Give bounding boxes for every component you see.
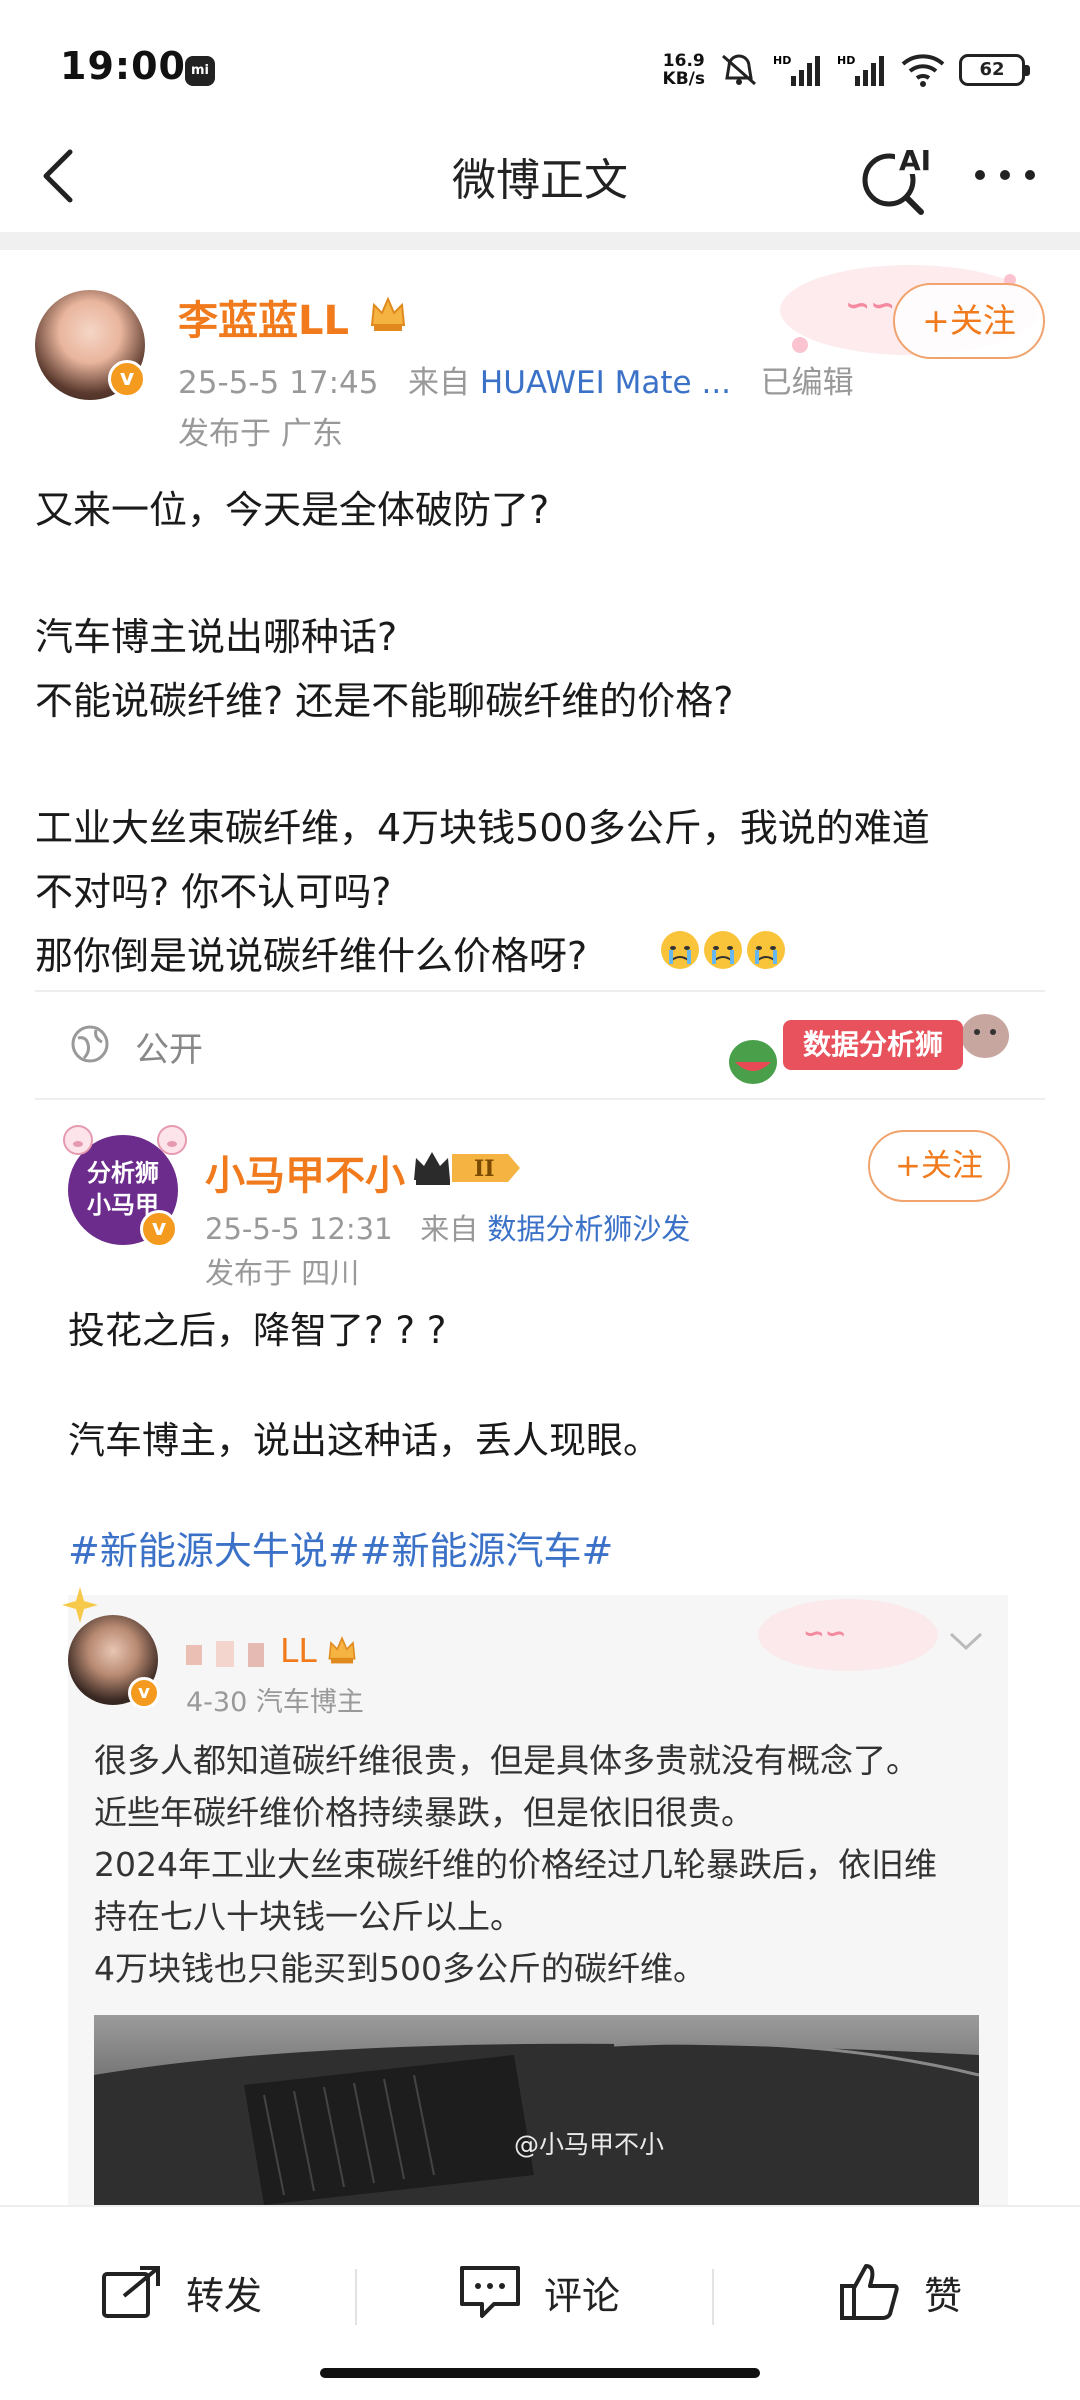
repost-meta: 25-5-5 12:31 来自 数据分析狮沙发 [205, 1212, 691, 1246]
quoted-meta: 4-30 汽车博主 [186, 1687, 364, 1718]
comment-button[interactable]: 评论 [458, 2257, 620, 2327]
quoted-username[interactable]: LL [280, 1631, 317, 1670]
repost-location: 发布于 四川 [205, 1256, 360, 1290]
hashtag-links[interactable]: #新能源大牛说##新能源汽车# [68, 1520, 613, 1575]
wifi-icon [901, 52, 945, 88]
svg-text:II: II [474, 1156, 495, 1182]
repost-source-link[interactable]: 数据分析狮沙发 [487, 1212, 690, 1246]
visibility-label: 公开 [135, 1030, 203, 1070]
carbon-fiber-image[interactable]: @小马甲不小 [94, 2015, 979, 2210]
like-button[interactable]: 赞 [838, 2257, 962, 2327]
level-badge-icon: II [412, 1148, 522, 1192]
divider [712, 2269, 714, 2325]
share-icon [102, 2266, 160, 2318]
image-watermark: @小马甲不小 [514, 2130, 665, 2159]
post-text-para-1: 又来一位，今天是全体破防了? [35, 488, 550, 532]
quoted-post-card[interactable]: ∽∽ v LL 4-30 汽车博主 很多人都知道碳纤维很贵，但是具体多贵就没有概… [62, 1587, 1008, 2210]
mi-icon: mi [185, 56, 215, 86]
visibility-row: 公开 数据分析狮 [35, 990, 1045, 1100]
verified-badge-icon: v [140, 1210, 178, 1248]
quoted-text: 很多人都知道碳纤维很贵，但是具体多贵就没有概念了。 近些年碳纤维价格持续暴跌，但… [94, 1741, 937, 1988]
repost-username[interactable]: 小马甲不小 [205, 1143, 405, 1201]
stamp-label: 数据分析狮 [783, 1020, 963, 1070]
post-meta: 25-5-5 17:45 来自 HUAWEI Mate ... 已编辑 [178, 365, 854, 401]
repost-text-para-1: 投花之后，降智了? ? ? [68, 1309, 447, 1352]
comment-icon [460, 2266, 520, 2318]
pig-decoration-icon [60, 1120, 190, 1164]
repost-text-para-2: 汽车博主，说出这种话，丢人现眼。 [68, 1419, 660, 1462]
chevron-down-icon[interactable] [948, 1630, 984, 1656]
post-location: 发布于 广东 [178, 416, 343, 452]
crying-face-icon [660, 928, 790, 972]
home-indicator[interactable] [320, 2368, 760, 2378]
post-source-link[interactable]: HUAWEI Mate ... [480, 365, 731, 401]
divider [0, 232, 1080, 250]
follow-button[interactable]: +关注 [893, 283, 1045, 359]
hd-signal-icon: HD [773, 52, 823, 88]
top-nav-bar: 微博正文 AI [0, 120, 1080, 230]
ai-search-icon[interactable]: AI [855, 138, 935, 218]
crown-badge-icon [368, 295, 408, 337]
svg-text:∽∽: ∽∽ [803, 1619, 847, 1649]
mute-icon [719, 52, 759, 88]
card-decoration: ∽∽ [748, 1590, 948, 1684]
username[interactable]: 李蓝蓝LL [178, 288, 349, 346]
repost-button[interactable]: 转发 [100, 2257, 262, 2327]
post-text-para-2: 汽车博主说出哪种话? 不能说碳纤维? 还是不能聊碳纤维的价格? [35, 615, 734, 723]
more-icon[interactable] [970, 160, 1040, 190]
verified-badge-icon: v [128, 1677, 160, 1709]
status-icons: 16.9 KB/s HD HD 62 [662, 48, 1030, 92]
svg-text:∽∽: ∽∽ [845, 288, 895, 323]
battery-icon: 62 [959, 54, 1030, 86]
repost-follow-button[interactable]: +关注 [868, 1130, 1010, 1202]
svg-text:HD: HD [837, 54, 855, 67]
status-bar: 19:00 mi 16.9 KB/s HD HD 62 [0, 0, 1080, 130]
thumbs-up-icon [840, 2264, 899, 2320]
post-text-para-3: 工业大丝束碳纤维，4万块钱500多公斤，我说的难道 不对吗? 你不认可吗? 那你… [35, 806, 930, 978]
globe-icon [70, 1024, 110, 1068]
status-time: 19:00 [60, 44, 186, 88]
verified-badge-icon: v [108, 360, 146, 398]
net-speed: 16.9 KB/s [662, 51, 705, 89]
stamp-decoration: 数据分析狮 [723, 1000, 1015, 1090]
hd-signal-icon: HD [837, 52, 887, 88]
svg-text:HD: HD [773, 54, 791, 67]
svg-text:AI: AI [899, 144, 931, 177]
crown-badge-icon [326, 1635, 358, 1669]
divider [355, 2269, 357, 2325]
